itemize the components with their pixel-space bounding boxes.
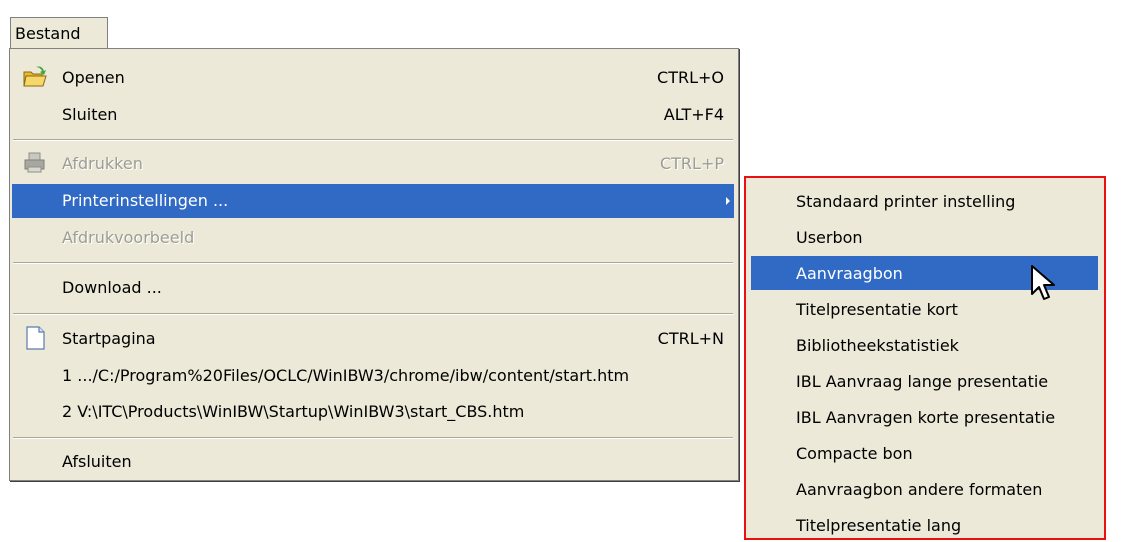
menu-item-shortcut: ALT+F4 [663, 105, 724, 124]
submenu-item-ibl-aanvragen-kort[interactable]: IBL Aanvragen korte presentatie [751, 400, 1098, 434]
menu-bestand-label: Bestand [15, 24, 81, 43]
submenu-item-label: IBL Aanvragen korte presentatie [796, 408, 1056, 427]
submenu-item-label: Aanvraagbon andere formaten [796, 480, 1043, 499]
menu-separator [13, 139, 733, 141]
menu-item-afsluiten[interactable]: Afsluiten [12, 445, 734, 479]
menu-item-recent-2[interactable]: 2 V:\ITC\Products\WinIBW\Startup\WinIBW3… [12, 395, 734, 429]
menu-item-afdrukken[interactable]: Afdrukken CTRL+P [12, 147, 734, 181]
submenu-item-label: Userbon [796, 228, 863, 247]
menu-item-shortcut: CTRL+P [659, 154, 724, 173]
submenu-item-userbon[interactable]: Userbon [751, 220, 1098, 254]
menu-item-recent-1[interactable]: 1 .../C:/Program%20Files/OCLC/WinIBW3/ch… [12, 359, 734, 393]
submenu-item-label: Titelpresentatie kort [796, 300, 958, 319]
submenu-item-ibl-aanvraag-lang[interactable]: IBL Aanvraag lange presentatie [751, 364, 1098, 398]
menu-item-download[interactable]: Download ... [12, 271, 734, 305]
menu-item-label: Download ... [62, 278, 162, 297]
submenu-item-label: Titelpresentatie lang [796, 516, 962, 535]
menu-item-label: 2 V:\ITC\Products\WinIBW\Startup\WinIBW3… [62, 402, 525, 421]
menu-item-shortcut: CTRL+N [657, 329, 724, 348]
menu-item-startpagina[interactable]: Startpagina CTRL+N [12, 322, 734, 356]
menu-item-label: Printerinstellingen ... [62, 191, 229, 210]
submenu-item-standaard-printer[interactable]: Standaard printer instelling [751, 184, 1098, 218]
menu-item-label: Startpagina [62, 329, 156, 348]
submenu-arrow-icon [726, 197, 730, 205]
menu-item-shortcut: CTRL+O [657, 68, 724, 87]
menu-separator [13, 313, 733, 315]
submenu-item-aanvraagbon-andere[interactable]: Aanvraagbon andere formaten [751, 472, 1098, 506]
background-strip [0, 0, 1139, 14]
submenu-item-label: Compacte bon [796, 444, 913, 463]
file-menu: Openen CTRL+O Sluiten ALT+F4 Afdrukken C… [9, 48, 739, 481]
printer-icon [22, 150, 48, 176]
submenu-item-bibliotheekstatistiek[interactable]: Bibliotheekstatistiek [751, 328, 1098, 362]
submenu-item-titelpresentatie-lang[interactable]: Titelpresentatie lang [751, 508, 1098, 542]
menu-item-label: Openen [62, 68, 125, 87]
submenu-item-label: Bibliotheekstatistiek [796, 336, 959, 355]
menu-item-openen[interactable]: Openen CTRL+O [12, 61, 734, 95]
menu-item-label: 1 .../C:/Program%20Files/OCLC/WinIBW3/ch… [62, 366, 630, 385]
menu-item-afdrukvoorbeeld[interactable]: Afdrukvoorbeeld [12, 221, 734, 255]
menu-item-printerinstellingen[interactable]: Printerinstellingen ... [12, 184, 734, 218]
menu-item-label: Afdrukvoorbeeld [62, 228, 195, 247]
open-folder-icon [22, 64, 48, 90]
menu-item-label: Afdrukken [62, 154, 143, 173]
menu-item-label: Afsluiten [62, 452, 132, 471]
menu-separator [13, 262, 733, 264]
submenu-item-compacte-bon[interactable]: Compacte bon [751, 436, 1098, 470]
menu-item-label: Sluiten [62, 105, 118, 124]
menu-bestand[interactable]: Bestand [10, 17, 108, 49]
submenu-item-label: Standaard printer instelling [796, 192, 1016, 211]
printer-settings-submenu: Standaard printer instelling Userbon Aan… [744, 176, 1106, 540]
page-icon [22, 325, 48, 351]
menu-separator [13, 437, 733, 439]
mouse-pointer-icon [1030, 264, 1060, 306]
submenu-item-label: Aanvraagbon [796, 264, 903, 283]
menu-item-sluiten[interactable]: Sluiten ALT+F4 [12, 98, 734, 132]
submenu-item-label: IBL Aanvraag lange presentatie [796, 372, 1049, 391]
